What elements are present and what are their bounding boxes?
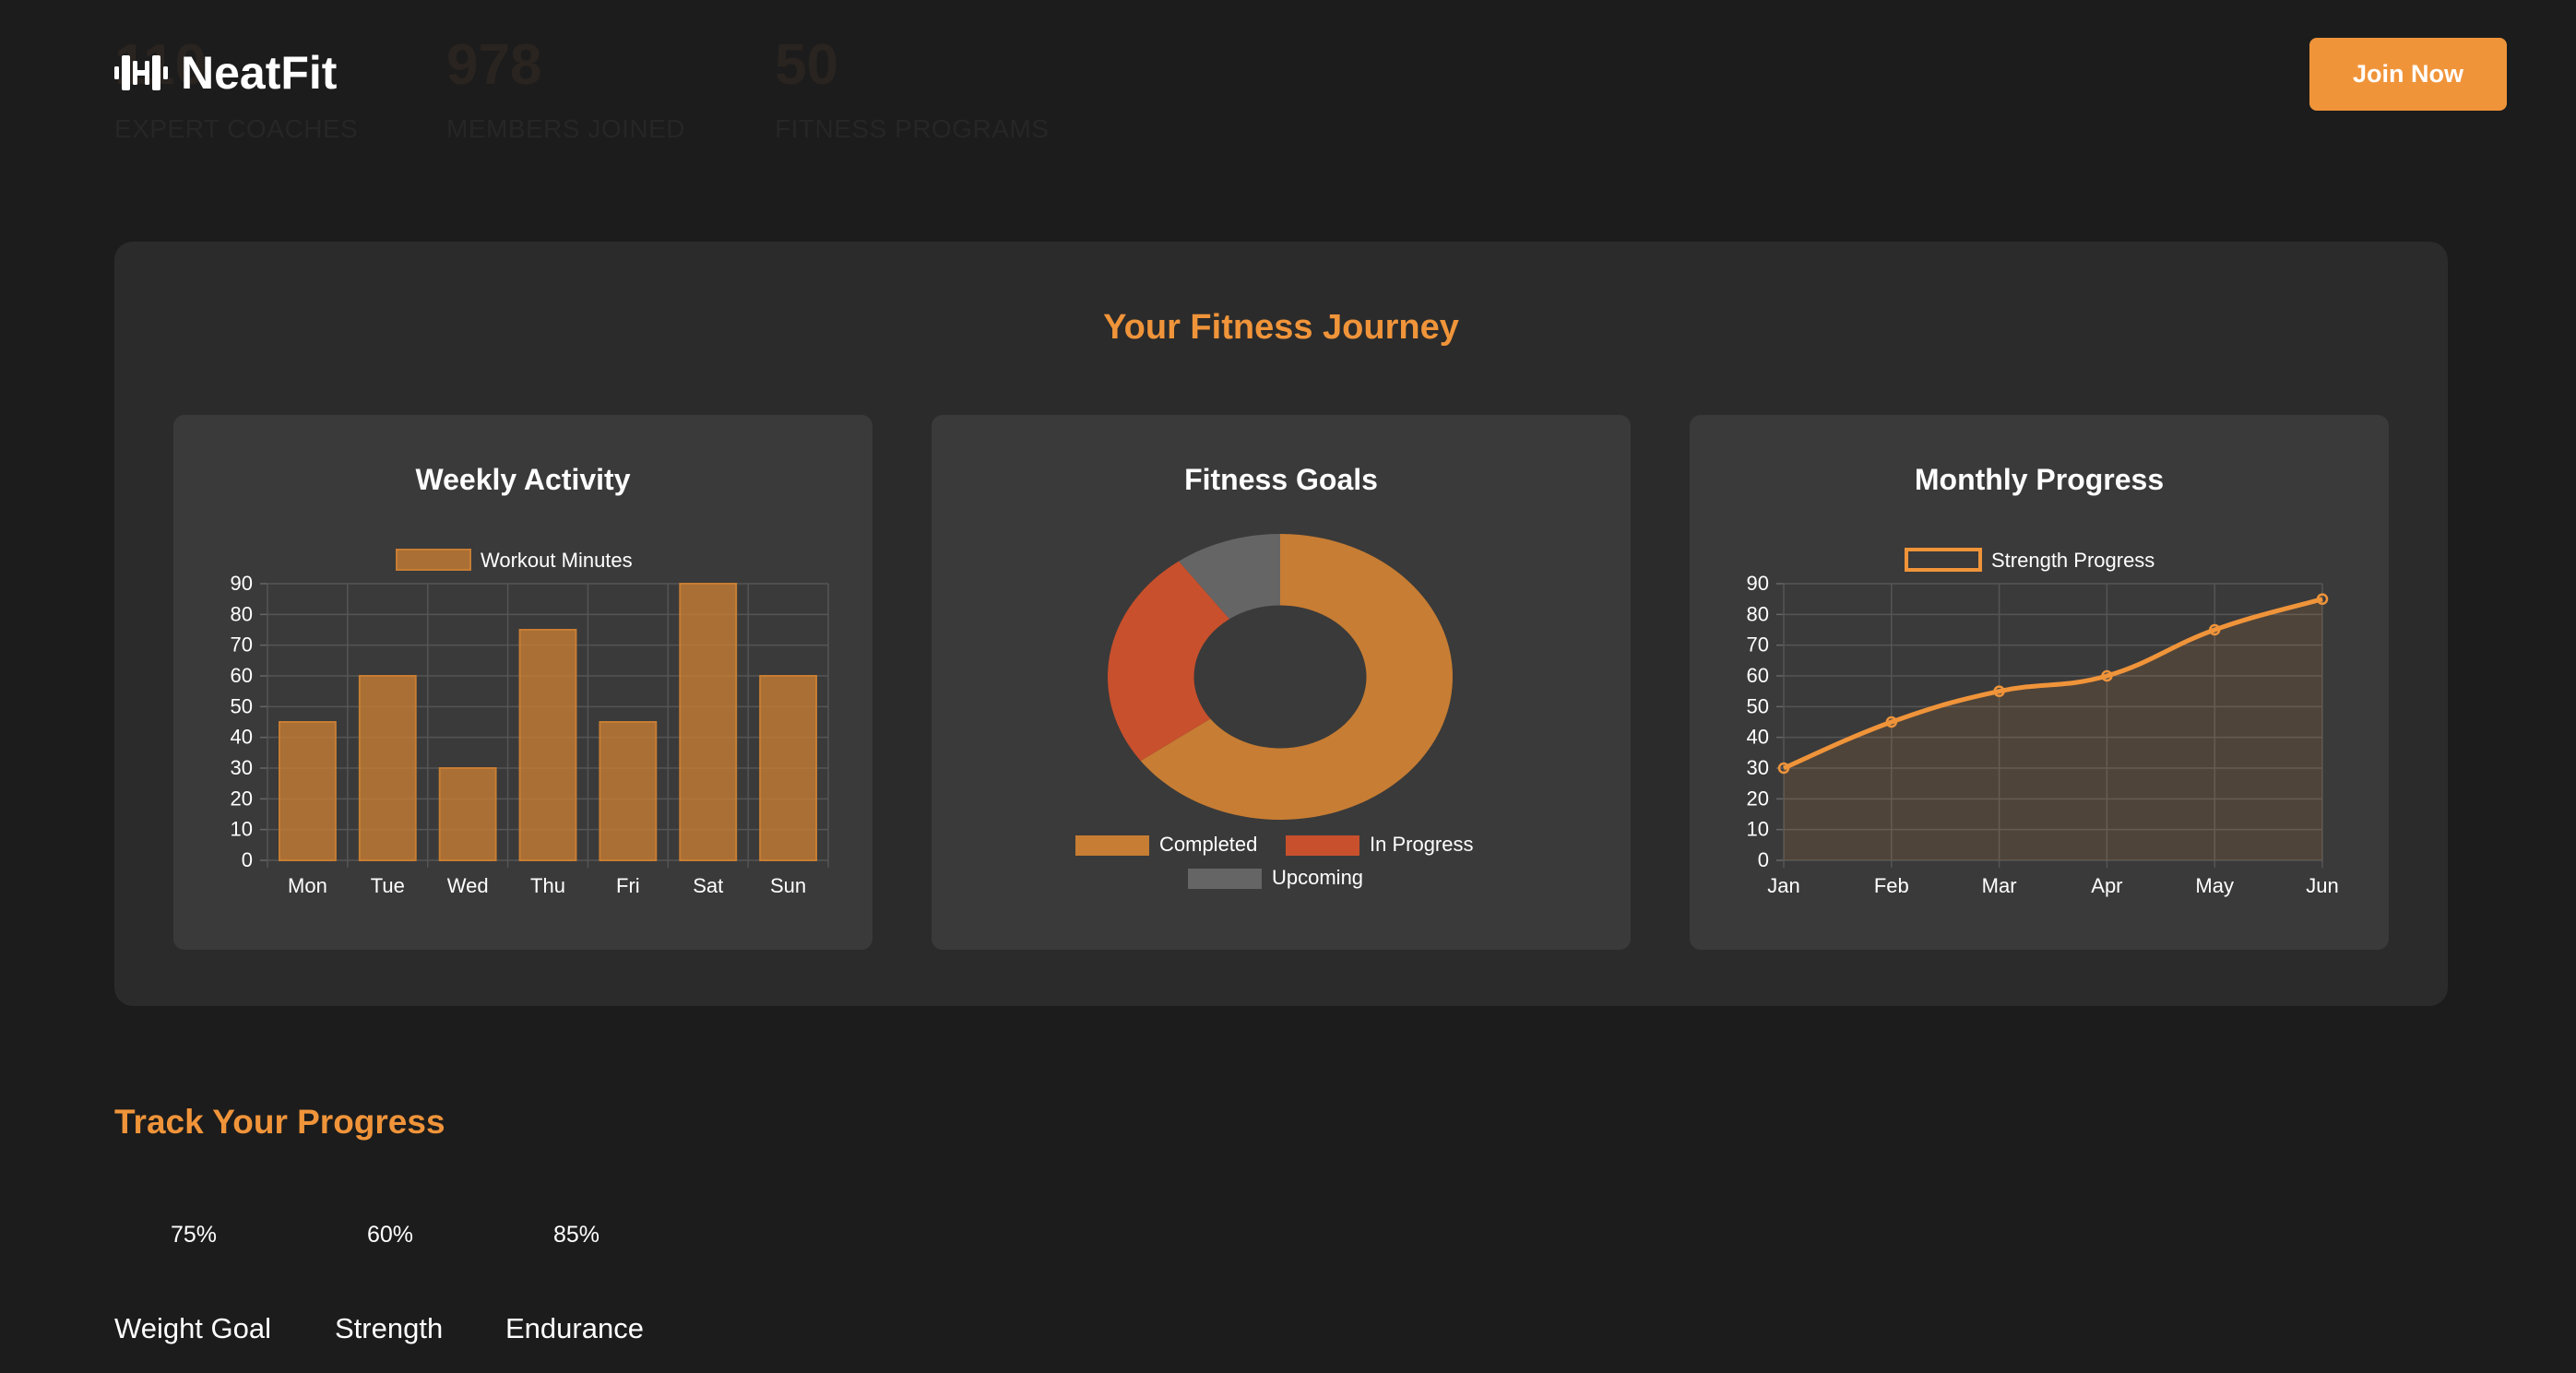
x-tick-label: Fri bbox=[616, 874, 640, 897]
bar bbox=[438, 767, 497, 861]
monthly-progress-chart: 0 10 20 30 40 50 60 70 80 90 Strength Progress Jan F… bbox=[1747, 548, 2339, 897]
dumbbell-icon bbox=[114, 55, 168, 90]
y-tick-label: 30 bbox=[1747, 756, 1769, 779]
stat-label: MEMBERS JOINED bbox=[446, 114, 686, 143]
bar bbox=[358, 675, 417, 861]
stat-members: 978 MEMBERS JOINED bbox=[446, 37, 685, 144]
y-tick-label: 50 bbox=[231, 694, 253, 717]
legend-label: Completed bbox=[1159, 833, 1257, 856]
legend-swatch bbox=[1188, 869, 1262, 889]
stat-label: EXPERT COACHES bbox=[114, 114, 359, 143]
y-tick-label: 80 bbox=[231, 602, 253, 625]
bar bbox=[518, 629, 577, 861]
y-tick-label: 60 bbox=[1747, 664, 1769, 687]
y-tick-label: 20 bbox=[231, 787, 253, 810]
legend-label: Strength Progress bbox=[1991, 549, 2155, 572]
x-tick-label: Tue bbox=[371, 874, 405, 897]
x-tick-label: Sat bbox=[693, 874, 723, 897]
monthly-progress-card: Monthly Progress 0 10 20 30 40 50 60 70 80 90 Stre… bbox=[1690, 415, 2389, 950]
y-tick-label: 10 bbox=[1747, 818, 1769, 841]
legend-swatch bbox=[1905, 548, 1982, 572]
y-tick-label: 40 bbox=[231, 726, 253, 749]
y-tick-label: 80 bbox=[1747, 602, 1769, 625]
y-tick-label: 40 bbox=[1747, 726, 1769, 749]
weekly-activity-chart: 0 10 20 30 40 50 60 70 80 90 Workout Minutes Mon Tue… bbox=[231, 549, 829, 897]
y-tick-label: 10 bbox=[231, 818, 253, 841]
fitness-goals-chart: Completed In Progress Upcoming bbox=[1075, 534, 1474, 889]
x-tick-label: Sun bbox=[770, 874, 806, 897]
y-tick-label: 90 bbox=[231, 572, 253, 595]
x-tick-label: Thu bbox=[530, 874, 565, 897]
legend-label: In Progress bbox=[1370, 833, 1474, 856]
y-tick-label: 70 bbox=[1747, 633, 1769, 657]
y-tick-label: 90 bbox=[1747, 572, 1769, 595]
stat-label: FITNESS PROGRAMS bbox=[775, 114, 1050, 143]
track-progress-title: Track Your Progress bbox=[114, 1103, 445, 1141]
legend-swatch bbox=[396, 549, 471, 571]
progress-percent: 85% bbox=[553, 1222, 600, 1248]
legend-label: Workout Minutes bbox=[481, 549, 633, 572]
progress-percent: 60% bbox=[367, 1222, 414, 1248]
legend-swatch bbox=[1286, 835, 1359, 856]
x-tick-label: Mar bbox=[1982, 874, 2017, 897]
bar bbox=[679, 583, 738, 861]
x-tick-label: Wed bbox=[447, 874, 489, 897]
y-tick-label: 50 bbox=[1747, 694, 1769, 717]
legend-swatch bbox=[1075, 835, 1149, 856]
area-fill bbox=[1784, 598, 2322, 860]
y-tick-label: 0 bbox=[1758, 848, 1769, 871]
x-tick-label: Apr bbox=[2091, 874, 2122, 897]
y-tick-label: 20 bbox=[1747, 787, 1769, 810]
x-tick-label: May bbox=[2195, 874, 2234, 897]
y-tick-label: 70 bbox=[231, 633, 253, 657]
brand-logo[interactable]: NeatFit bbox=[114, 46, 337, 100]
stat-value: 50 bbox=[775, 33, 838, 97]
bar bbox=[759, 675, 818, 861]
progress-label: Strength bbox=[335, 1312, 444, 1344]
x-tick-label: Feb bbox=[1874, 874, 1909, 897]
y-tick-label: 0 bbox=[242, 848, 253, 871]
stat-programs: 50 FITNESS PROGRAMS bbox=[775, 37, 1049, 144]
progress-percent: 75% bbox=[171, 1222, 218, 1248]
fitness-goals-card: Fitness Goals Completed In Progress Upcomi… bbox=[932, 415, 1631, 950]
y-tick-label: 30 bbox=[231, 756, 253, 779]
stat-value: 978 bbox=[446, 33, 542, 97]
y-tick-label: 60 bbox=[231, 664, 253, 687]
fitness-journey-panel: Your Fitness Journey Weekly Activity 0 10… bbox=[114, 242, 2448, 1006]
x-tick-label: Mon bbox=[288, 874, 327, 897]
progress-label: Endurance bbox=[505, 1312, 644, 1344]
bar bbox=[279, 721, 337, 861]
bar bbox=[599, 721, 658, 861]
join-now-button[interactable]: Join Now bbox=[2309, 38, 2507, 111]
journey-title: Your Fitness Journey bbox=[1103, 308, 1459, 347]
legend-label: Upcoming bbox=[1272, 866, 1363, 889]
x-tick-label: Jun bbox=[2306, 874, 2338, 897]
weekly-activity-card: Weekly Activity 0 10 20 30 40 50 60 70 80 90 Worko… bbox=[173, 415, 873, 950]
brand-name: NeatFit bbox=[181, 47, 338, 99]
x-tick-label: Jan bbox=[1767, 874, 1799, 897]
progress-label: Weight Goal bbox=[114, 1312, 272, 1344]
